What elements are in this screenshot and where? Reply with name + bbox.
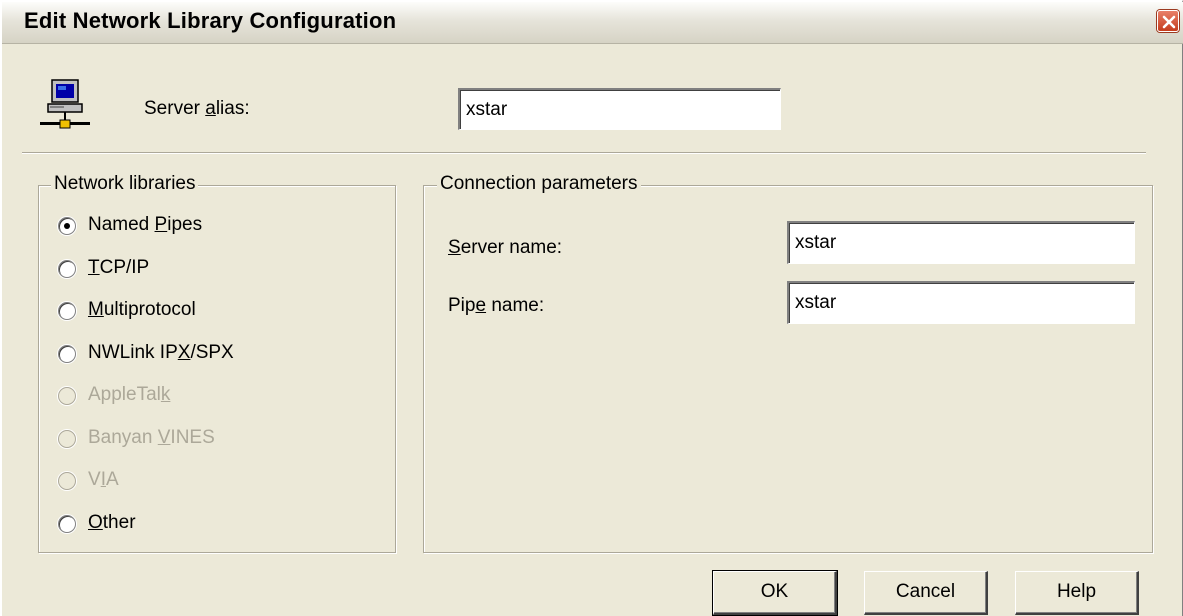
title-bar[interactable]: Edit Network Library Configuration bbox=[2, 2, 1183, 44]
close-icon bbox=[1162, 15, 1176, 29]
radio-button bbox=[58, 387, 76, 405]
server-alias-label: Server alias: bbox=[144, 98, 250, 119]
pipe-name-label: Pipe name: bbox=[448, 295, 545, 316]
server-name-label: Server name: bbox=[448, 237, 563, 258]
server-computer-icon bbox=[40, 79, 90, 129]
window-title: Edit Network Library Configuration bbox=[24, 8, 397, 33]
network-libraries-legend: Network libraries bbox=[51, 173, 199, 195]
radio-label: TCP/IP bbox=[88, 256, 150, 278]
server-name-input[interactable] bbox=[787, 221, 1135, 264]
radio-button[interactable] bbox=[58, 344, 76, 363]
help-button[interactable]: Help bbox=[1015, 571, 1139, 615]
radio-button[interactable] bbox=[58, 259, 76, 278]
radio-label: Banyan VINES bbox=[88, 426, 215, 448]
radio-label: AppleTalk bbox=[88, 384, 171, 405]
radio-label: Multiprotocol bbox=[88, 299, 196, 320]
close-button[interactable] bbox=[1157, 10, 1179, 32]
separator bbox=[22, 152, 1146, 154]
radio-label: Named Pipes bbox=[88, 214, 203, 235]
server-alias-input[interactable] bbox=[458, 88, 781, 130]
cancel-button[interactable]: Cancel bbox=[864, 571, 988, 615]
dialog-window: Edit Network Library Configuration Serve… bbox=[0, 0, 1183, 616]
radio-button[interactable] bbox=[58, 302, 76, 320]
radio-selected-dot bbox=[64, 223, 70, 229]
network-libraries-group: Network libraries bbox=[38, 173, 396, 553]
radio-button[interactable] bbox=[58, 217, 76, 235]
ok-button[interactable]: OK bbox=[712, 570, 838, 616]
radio-label: NWLink IPX/SPX bbox=[88, 341, 234, 363]
radio-button bbox=[58, 472, 76, 490]
pipe-name-input[interactable] bbox=[787, 281, 1135, 324]
radio-label: VIA bbox=[88, 469, 119, 490]
radio-label: Other bbox=[88, 511, 136, 533]
connection-parameters-legend: Connection parameters bbox=[437, 173, 641, 195]
radio-button bbox=[58, 429, 76, 448]
radio-button[interactable] bbox=[58, 514, 76, 533]
